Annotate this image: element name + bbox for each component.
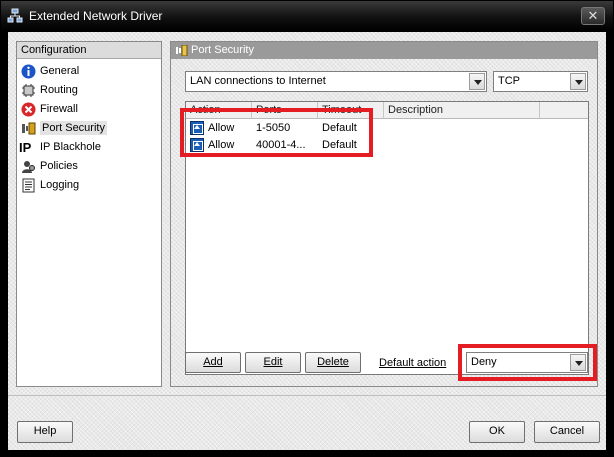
close-button[interactable]: ✕ [581, 7, 605, 25]
add-button[interactable]: Add [185, 352, 241, 373]
cancel-button[interactable]: Cancel [534, 421, 600, 443]
network-icon [7, 8, 23, 23]
nav-item-port-security[interactable]: Port Security [17, 119, 161, 138]
title-bar[interactable]: Extended Network Driver ✕ [1, 1, 613, 31]
delete-button[interactable]: Delete [305, 352, 361, 373]
connection-select[interactable]: LAN connections to Internet [185, 71, 487, 92]
app-window: Extended Network Driver ✕ Configuration … [0, 0, 614, 457]
nav-item-firewall[interactable]: Firewall [17, 100, 161, 119]
connection-select-value: LAN connections to Internet [190, 75, 326, 87]
chevron-down-icon[interactable] [469, 73, 485, 90]
port-security-icon [22, 122, 36, 135]
dialog-client-area: Configuration General Routing Firewall P… [8, 32, 606, 450]
close-icon: ✕ [587, 8, 599, 23]
nav-item-label: IP Blackhole [40, 141, 101, 153]
default-action-label: Default action [379, 357, 447, 369]
nav-item-label: Policies [40, 160, 78, 172]
nav-header: Configuration [17, 42, 161, 59]
nav-item-label: Port Security [40, 121, 107, 135]
policies-icon [22, 161, 35, 173]
nav-item-label: Routing [40, 84, 78, 96]
nav-item-policies[interactable]: Policies [17, 157, 161, 176]
help-button[interactable]: Help [17, 421, 73, 443]
nav-item-label: General [40, 65, 80, 77]
firewall-icon [21, 102, 36, 117]
logging-icon [22, 178, 35, 193]
nav-item-label: Logging [40, 179, 80, 191]
nav-list: General Routing Firewall Port Security I… [17, 59, 161, 195]
highlight-box-rules [180, 108, 373, 157]
footer-separator [8, 395, 606, 396]
column-header-description[interactable]: Description [384, 102, 540, 119]
edit-button[interactable]: Edit [245, 352, 301, 373]
panel-title: Port Security [191, 44, 254, 56]
nav-item-routing[interactable]: Routing [17, 81, 161, 100]
port-security-icon [176, 45, 188, 56]
nav-item-ip-blackhole[interactable]: IP IP Blackhole [17, 138, 161, 157]
panel-header: Port Security [171, 42, 597, 59]
protocol-select[interactable]: TCP [493, 71, 588, 92]
chevron-down-icon[interactable] [570, 73, 586, 90]
routing-icon [22, 84, 35, 97]
nav-item-label: Firewall [40, 103, 78, 115]
ip-icon: IP [19, 140, 32, 155]
protocol-select-value: TCP [498, 75, 520, 87]
nav-item-general[interactable]: General [17, 62, 161, 81]
configuration-nav: Configuration General Routing Firewall P… [16, 41, 162, 387]
window-title: Extended Network Driver [29, 9, 163, 23]
ok-button[interactable]: OK [469, 421, 525, 443]
info-icon [21, 64, 36, 79]
nav-item-logging[interactable]: Logging [17, 176, 161, 195]
highlight-box-default-action [458, 344, 597, 381]
